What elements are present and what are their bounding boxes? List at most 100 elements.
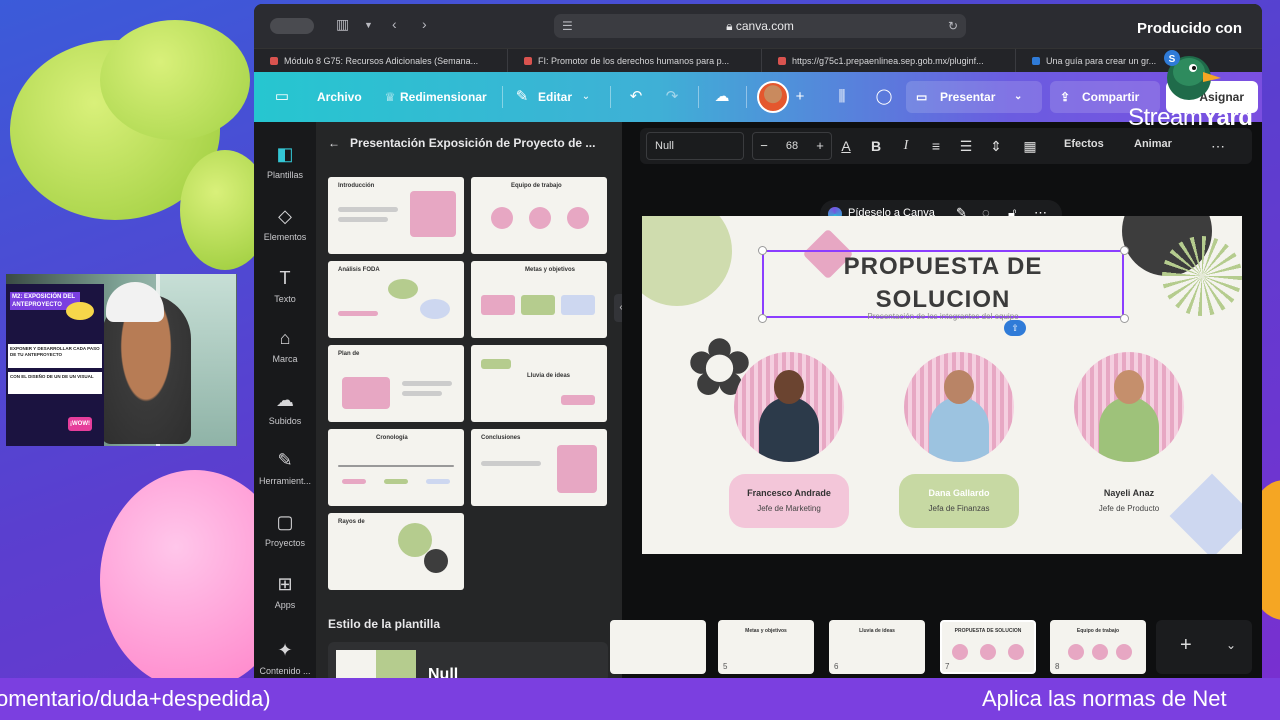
font-selector[interactable]: Null: [646, 132, 744, 160]
favicon-icon: [1032, 57, 1040, 65]
spacing-icon[interactable]: ⇕: [986, 136, 1006, 156]
text-icon: T: [279, 268, 291, 288]
text-color-icon[interactable]: A: [836, 136, 856, 156]
sidebar-toggle-icon[interactable]: ▥: [336, 16, 349, 33]
chevron-down-icon[interactable]: ⌄: [576, 87, 596, 107]
menu-icon[interactable]: ▭: [272, 87, 292, 107]
slide-title[interactable]: PROPUESTA DE SOLUCION: [762, 250, 1124, 316]
template-thumb[interactable]: Metas y objetivos: [471, 261, 607, 338]
slide-canvas[interactable]: ✿ PROPUESTA DE SOLUCION Presentación de …: [642, 216, 1242, 554]
template-thumb[interactable]: Introducción: [328, 177, 464, 254]
reload-icon[interactable]: ↻: [948, 14, 958, 38]
page-thumb[interactable]: Metas y objetivos 5: [718, 620, 814, 674]
rail-item-contenido[interactable]: ✦ Contenido ...: [254, 638, 316, 676]
favicon-icon: [524, 57, 532, 65]
tab-label: FI: Promotor de los derechos humanos par…: [538, 56, 730, 66]
rail-item-elementos[interactable]: ◇ Elementos: [254, 204, 316, 242]
thumb-photo: [342, 377, 390, 409]
browser-tab[interactable]: https://g75c1.prepaenlinea.sep.gob.mx/pl…: [762, 49, 1016, 73]
tab-label: Una guía para crear un gr...: [1046, 56, 1157, 66]
thumb-title: Plan de: [338, 351, 360, 357]
member-head: [1114, 370, 1144, 404]
site-settings-icon[interactable]: ☰: [562, 14, 573, 38]
align-center-icon[interactable]: ≡: [926, 136, 946, 156]
page-thumb[interactable]: [610, 620, 706, 674]
italic-icon[interactable]: I: [896, 136, 916, 156]
rail-item-marca[interactable]: ⌂ Marca: [254, 326, 316, 364]
increase-size-icon[interactable]: +: [811, 133, 829, 159]
comment-icon[interactable]: ◯: [874, 87, 894, 107]
font-size-value[interactable]: 68: [786, 140, 798, 152]
template-style-card[interactable]: Null: [328, 642, 608, 678]
browser-tab-active[interactable]: Una guía para crear un gr...: [1016, 49, 1262, 73]
more-options-icon[interactable]: ⋯: [1208, 136, 1228, 156]
chevron-down-icon[interactable]: ⌄: [1014, 81, 1022, 113]
chevron-down-icon[interactable]: ⌄: [1226, 638, 1236, 652]
streamyard-duck-logo: S: [1164, 50, 1221, 100]
member-role: Jefa de Finanzas: [928, 504, 990, 513]
team-member-card[interactable]: Francesco Andrade Jefe de Marketing: [729, 352, 849, 528]
cloud-sync-icon[interactable]: ☁: [712, 87, 732, 107]
avatar[interactable]: [757, 81, 789, 113]
chevron-down-icon[interactable]: ▼: [364, 20, 373, 30]
rail-item-texto[interactable]: T Texto: [254, 266, 316, 304]
page-thumb[interactable]: Lluvia de ideas 6: [829, 620, 925, 674]
card-text: EXPONER Y DESARROLLAR CADA PASO DE TU AN…: [8, 344, 102, 368]
forward-icon[interactable]: ›: [422, 16, 427, 32]
add-collaborator-icon[interactable]: +: [790, 87, 810, 107]
efectos-button[interactable]: Efectos: [1064, 138, 1104, 150]
editar-menu[interactable]: Editar: [538, 72, 572, 122]
animar-button[interactable]: Animar: [1134, 138, 1172, 150]
template-thumb[interactable]: Análisis FODA: [328, 261, 464, 338]
browser-tab[interactable]: FI: Promotor de los derechos humanos par…: [508, 49, 762, 73]
thumb-timeline: [338, 465, 454, 467]
decrease-size-icon[interactable]: −: [755, 133, 773, 159]
brand-icon: ⌂: [279, 328, 291, 348]
archivo-menu[interactable]: Archivo: [317, 72, 362, 122]
divider: [502, 86, 503, 108]
template-thumb[interactable]: Lluvia de ideas: [471, 345, 607, 422]
insights-icon[interactable]: ⫼: [832, 87, 852, 107]
page-thumb-selected[interactable]: PROPUESTA DE SOLUCION 7: [940, 620, 1036, 674]
page-thumb-title: Equipo de trabajo: [1076, 628, 1120, 634]
apps-icon: ⊞: [277, 574, 293, 594]
browser-tab[interactable]: Módulo 8 G75: Recursos Adicionales (Sema…: [254, 49, 508, 73]
rail-item-subidos[interactable]: ☁ Subidos: [254, 388, 316, 426]
move-handle-icon[interactable]: ⇧: [1004, 320, 1026, 336]
member-label-pill: Francesco Andrade Jefe de Marketing: [729, 474, 849, 528]
rail-item-apps[interactable]: ⊞ Apps: [254, 572, 316, 610]
rail-item-plantillas[interactable]: ◧ Plantillas: [254, 142, 316, 180]
slide-subtitle[interactable]: Presentación de los integrantes del equi…: [762, 312, 1124, 321]
team-member-card[interactable]: Nayeli Anaz Jefe de Producto: [1074, 352, 1184, 528]
presentar-button[interactable]: ▭ Presentar ⌄: [906, 81, 1042, 113]
font-size-stepper[interactable]: − 68 +: [752, 132, 832, 160]
transparency-icon[interactable]: ▦: [1020, 136, 1040, 156]
template-thumb[interactable]: Conclusiones: [471, 429, 607, 506]
member-role: Jefe de Producto: [1098, 504, 1160, 513]
page-thumb[interactable]: Equipo de trabajo 8: [1050, 620, 1146, 674]
rail-item-proyectos[interactable]: ▢ Proyectos: [254, 510, 316, 548]
bold-icon[interactable]: B: [866, 136, 886, 156]
undo-icon[interactable]: ↶: [626, 87, 646, 107]
thumb-text-line: [338, 217, 388, 222]
back-icon[interactable]: ‹: [392, 16, 397, 32]
template-thumb[interactable]: Rayos de: [328, 513, 464, 590]
rail-item-herramientas[interactable]: ✎ Herramient...: [254, 448, 316, 486]
brand-text-bold: Yard: [1202, 104, 1253, 131]
member-head: [774, 370, 804, 404]
window-controls[interactable]: [270, 18, 314, 34]
add-page-button[interactable]: + ⌄: [1156, 620, 1252, 674]
address-bar[interactable]: ☰ 🔒︎ canva.com ↻: [554, 14, 966, 38]
template-thumb[interactable]: Plan de: [328, 345, 464, 422]
template-thumb[interactable]: Cronología: [328, 429, 464, 506]
redimensionar-button[interactable]: Redimensionar: [400, 72, 487, 122]
thumb-title: Lluvia de ideas: [527, 373, 571, 379]
list-icon[interactable]: ☰: [956, 136, 976, 156]
thumb-text-line: [481, 461, 541, 466]
browser-tabs: Módulo 8 G75: Recursos Adicionales (Sema…: [254, 48, 1262, 73]
redo-icon[interactable]: ↷: [662, 87, 682, 107]
template-thumb[interactable]: Equipo de trabajo: [471, 177, 607, 254]
back-arrow-icon[interactable]: ←: [328, 136, 340, 150]
team-member-card[interactable]: Dana Gallardo Jefa de Finanzas: [899, 352, 1019, 528]
templates-icon: ◧: [276, 144, 294, 164]
